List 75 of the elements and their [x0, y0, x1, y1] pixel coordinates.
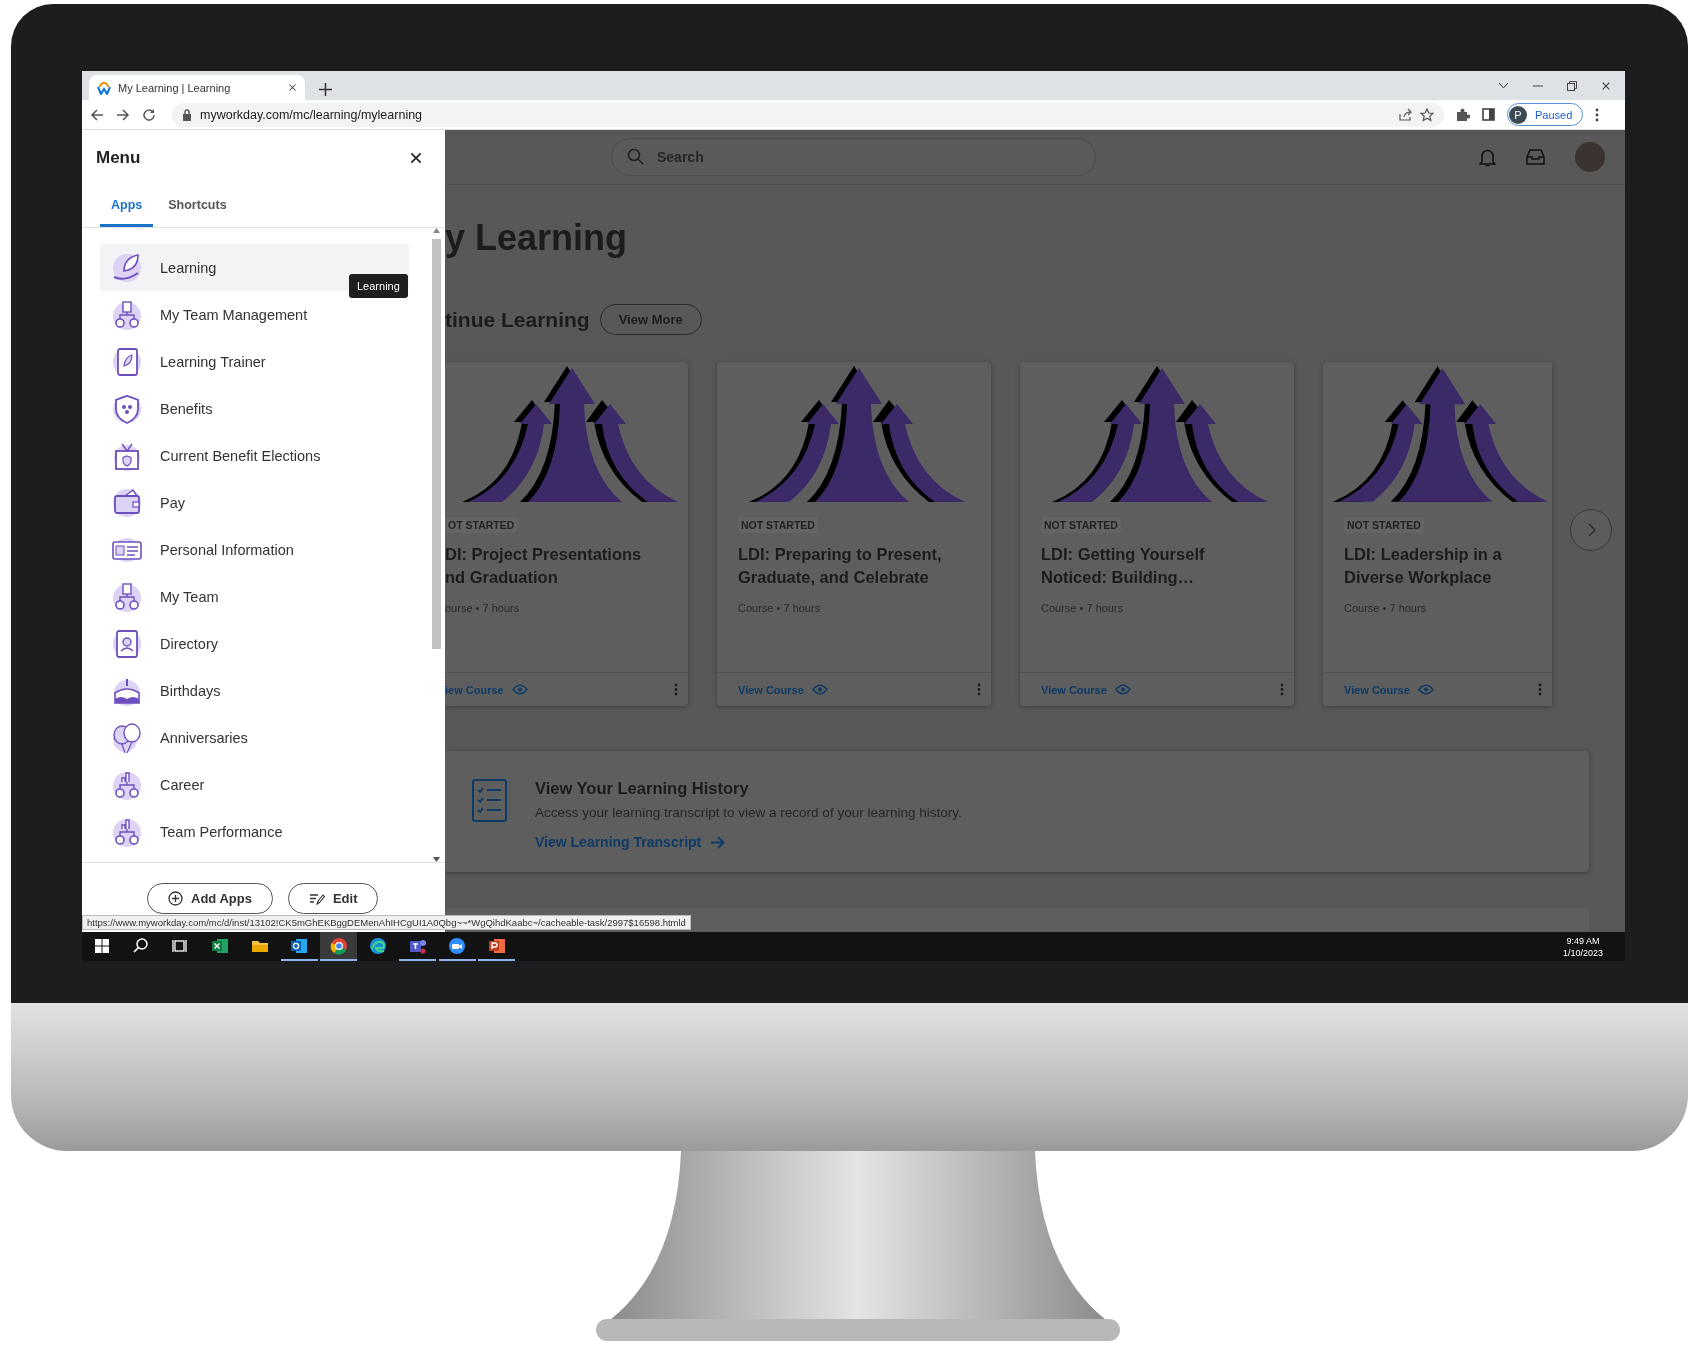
course-title: LDI: Preparing to Present, Graduate, and Celebrate — [738, 544, 943, 588]
menu-item[interactable]: Anniversaries — [100, 714, 409, 761]
wallet-icon — [111, 486, 143, 519]
menu-item[interactable]: Learning Trainer — [100, 338, 409, 385]
wave-browser-icon — [368, 935, 388, 956]
add-apps-button[interactable]: Add Apps — [147, 883, 273, 914]
section-title: tinue Learning — [445, 307, 590, 332]
close-icon[interactable] — [1601, 80, 1611, 91]
menu-tab[interactable]: Shortcuts — [157, 185, 238, 227]
team-tree-icon — [111, 580, 143, 613]
bell-icon[interactable] — [1479, 147, 1496, 167]
notebook-icon — [111, 345, 143, 378]
star-icon[interactable] — [1420, 107, 1434, 122]
shield-icon — [111, 392, 143, 425]
address-book-icon — [111, 627, 143, 660]
menu-item[interactable]: Team Performance — [100, 808, 409, 855]
balloons-icon — [111, 721, 143, 754]
arrow-right-icon — [711, 835, 726, 849]
chevron-down-icon[interactable] — [1498, 82, 1509, 89]
menu-item[interactable]: Pay — [100, 479, 409, 526]
close-icon[interactable] — [409, 150, 423, 165]
checklist-icon — [472, 779, 507, 822]
scroll-down-icon[interactable] — [433, 857, 440, 862]
video-app-icon — [447, 935, 467, 956]
eye-icon — [1417, 684, 1434, 695]
logo-icon — [97, 80, 111, 95]
reload-icon[interactable] — [142, 107, 156, 122]
team-tree-icon — [111, 298, 143, 331]
plus-icon[interactable] — [319, 83, 332, 96]
course-title: DI: Project Presentations nd Graduation — [445, 544, 643, 588]
address-bar[interactable]: myworkday.com/mc/learning/mylearning — [172, 102, 1444, 127]
eye-icon — [1114, 684, 1131, 695]
menu-item[interactable]: Career — [100, 761, 409, 808]
chevron-right-icon — [1586, 523, 1596, 537]
status-badge: OT STARTED — [445, 517, 518, 533]
menu-title: Menu — [96, 147, 141, 168]
close-icon[interactable] — [288, 83, 297, 92]
status-badge: NOT STARTED — [738, 517, 818, 533]
scroll-up-icon[interactable] — [433, 228, 440, 233]
scrollbar[interactable] — [431, 228, 442, 862]
forward-icon[interactable] — [116, 107, 130, 122]
clock-date: 1/10/2023 — [1562, 946, 1603, 959]
status-badge: NOT STARTED — [1344, 517, 1424, 533]
history-title: View Your Learning History — [535, 779, 750, 798]
inbox-icon[interactable] — [1526, 149, 1545, 165]
menu-item[interactable]: My Team — [100, 573, 409, 620]
taskbar-button[interactable] — [320, 932, 357, 961]
sidebar-icon[interactable] — [1482, 108, 1495, 121]
menu-item[interactable]: Current Benefit Elections — [100, 432, 409, 479]
status-url: https://www.myworkday.com/mc/d/inst/13102!CK5mGhEKBggDEMenAhIHCgUI1A0Qbg~~*WgQihdKaabc~/cacheable-task/2997$16598.htmld — [82, 915, 691, 930]
browser-app-icon — [328, 935, 349, 956]
more-icon[interactable] — [1595, 107, 1600, 122]
course-title: LDI: Getting Yourself Noticed: Building… — [1041, 544, 1206, 588]
eye-icon — [811, 684, 828, 695]
page-title: y Learning — [445, 216, 629, 260]
share-icon[interactable] — [1398, 107, 1412, 122]
course-title: LDI: Leadership in a Diverse Workplace — [1344, 544, 1503, 588]
lock-icon — [182, 108, 192, 121]
menu-item[interactable]: Personal Information — [100, 526, 409, 573]
restore-icon[interactable] — [1567, 80, 1577, 91]
menu-item[interactable]: Directory — [100, 620, 409, 667]
browser-tab[interactable]: My Learning | Learning — [89, 75, 305, 100]
menu-tab[interactable]: Apps — [100, 185, 154, 227]
leaf-hand-icon — [111, 251, 143, 284]
eye-icon — [511, 684, 528, 695]
edit-button[interactable]: Edit — [287, 883, 379, 914]
menu-item[interactable]: Benefits — [100, 385, 409, 432]
plus-circle-icon — [168, 891, 183, 906]
menu-item[interactable]: Birthdays — [100, 667, 409, 714]
clock-time: 9:49 AM — [1566, 934, 1600, 947]
back-icon[interactable] — [90, 107, 104, 122]
status-badge: NOT STARTED — [1041, 517, 1121, 533]
puzzle-icon[interactable] — [1456, 107, 1470, 122]
pencil-lines-icon — [308, 892, 325, 905]
tooltip: Learning — [349, 274, 408, 298]
